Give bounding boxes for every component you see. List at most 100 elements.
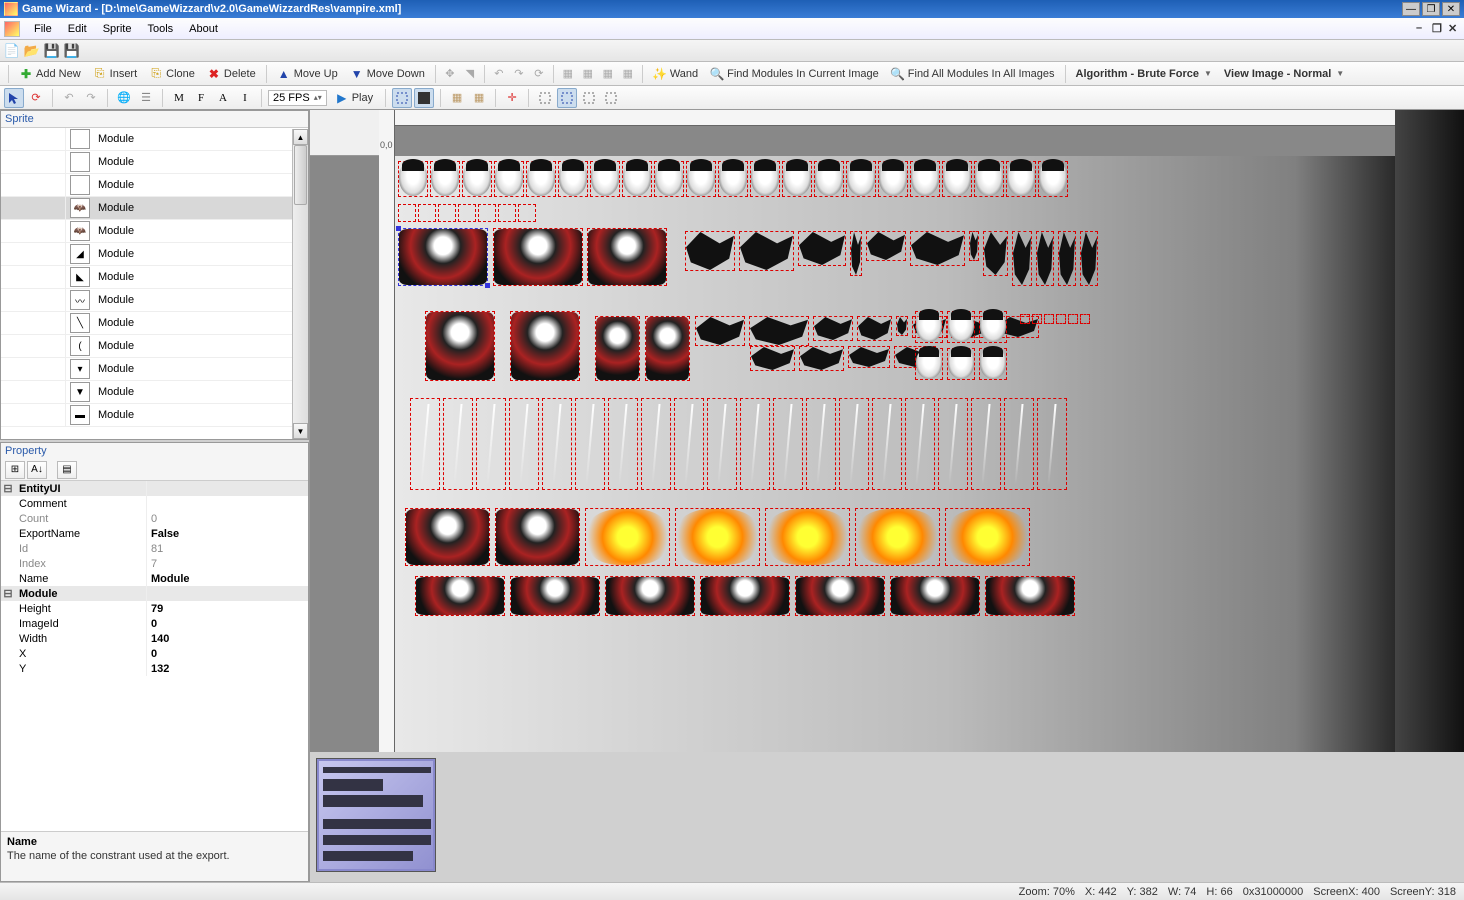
module-rect[interactable] bbox=[740, 398, 770, 490]
module-rect[interactable] bbox=[813, 316, 853, 341]
canvas-viewport[interactable]: 0,0 bbox=[310, 110, 1464, 752]
menu-about[interactable]: About bbox=[181, 21, 226, 37]
module-rect[interactable] bbox=[443, 398, 473, 490]
new-icon[interactable]: 📄 bbox=[4, 43, 20, 59]
minimize-button[interactable]: — bbox=[1402, 2, 1420, 16]
module-rect[interactable] bbox=[947, 348, 975, 380]
module-rect[interactable] bbox=[476, 398, 506, 490]
module-rect[interactable] bbox=[478, 204, 496, 222]
sprite-row[interactable]: Module bbox=[1, 151, 308, 174]
grid-small-button[interactable]: ▦ bbox=[447, 88, 467, 108]
grid2-icon[interactable]: ▦ bbox=[578, 64, 598, 84]
module-rect[interactable] bbox=[674, 398, 704, 490]
sprite-row[interactable]: Module bbox=[1, 128, 308, 151]
module-rect[interactable] bbox=[983, 231, 1008, 276]
module-rect[interactable] bbox=[979, 348, 1007, 380]
property-value[interactable]: 0 bbox=[147, 646, 308, 661]
module-rect[interactable] bbox=[686, 161, 716, 197]
collapse-icon[interactable]: ⊟ bbox=[1, 586, 15, 601]
module-rect[interactable] bbox=[695, 316, 745, 346]
module-rect[interactable] bbox=[905, 398, 935, 490]
module-rect[interactable] bbox=[739, 231, 794, 271]
find-modules-current-button[interactable]: 🔍 Find Modules In Current Image bbox=[704, 65, 885, 83]
f-button[interactable]: F bbox=[191, 88, 211, 108]
menu-tools[interactable]: Tools bbox=[139, 21, 181, 37]
scroll-up-button[interactable]: ▲ bbox=[293, 129, 308, 145]
prop-pages-button[interactable]: ▤ bbox=[57, 461, 77, 479]
module-rect[interactable] bbox=[405, 508, 490, 566]
module-rect[interactable] bbox=[985, 576, 1075, 616]
module-rect[interactable] bbox=[1020, 314, 1030, 324]
module-rect[interactable] bbox=[857, 316, 892, 341]
module-rect[interactable] bbox=[1037, 398, 1067, 490]
fps-field[interactable]: 25 FPS ▴▾ bbox=[268, 90, 327, 106]
module-rect[interactable] bbox=[641, 398, 671, 490]
module-rect[interactable] bbox=[846, 161, 876, 197]
clone-button[interactable]: ⎘ Clone bbox=[143, 65, 201, 83]
select-tool-button[interactable] bbox=[4, 88, 24, 108]
module-rect[interactable] bbox=[462, 161, 492, 197]
module-rect[interactable] bbox=[1058, 231, 1076, 286]
property-group-header[interactable]: ⊟Module bbox=[1, 586, 308, 601]
module-rect[interactable] bbox=[415, 576, 505, 616]
module-rect[interactable] bbox=[608, 398, 638, 490]
module-rect[interactable] bbox=[509, 398, 539, 490]
module-rect[interactable] bbox=[430, 161, 460, 197]
alphabetical-button[interactable]: A↓ bbox=[27, 461, 47, 479]
fps-spinner-icon[interactable]: ▴▾ bbox=[314, 93, 322, 102]
pointer-tool-icon[interactable]: ◥ bbox=[460, 64, 480, 84]
module-rect[interactable] bbox=[605, 576, 695, 616]
maximize-button[interactable]: ❐ bbox=[1422, 2, 1440, 16]
grid1-icon[interactable]: ▦ bbox=[558, 64, 578, 84]
module-rect[interactable] bbox=[1056, 314, 1066, 324]
module-rect[interactable] bbox=[645, 316, 690, 381]
undo-arrow-icon[interactable]: ↶ bbox=[489, 64, 509, 84]
module-rect[interactable] bbox=[1004, 398, 1034, 490]
module-rect[interactable] bbox=[718, 161, 748, 197]
module-rect[interactable] bbox=[526, 161, 556, 197]
mdi-restore-button[interactable]: ❐ bbox=[1428, 22, 1444, 35]
menu-sprite[interactable]: Sprite bbox=[95, 21, 140, 37]
module-rect[interactable] bbox=[915, 348, 943, 380]
module-rect[interactable] bbox=[1032, 314, 1042, 324]
grid-large-button[interactable]: ▦ bbox=[469, 88, 489, 108]
module-rect[interactable] bbox=[782, 161, 812, 197]
module-rect[interactable] bbox=[458, 204, 476, 222]
module-rect[interactable] bbox=[542, 398, 572, 490]
marquee3-button[interactable] bbox=[579, 88, 599, 108]
bounds-toggle-button[interactable] bbox=[392, 88, 412, 108]
move-up-button[interactable]: ▲ Move Up bbox=[271, 65, 344, 83]
module-rect[interactable] bbox=[410, 398, 440, 490]
property-grid[interactable]: ⊟EntityUICommentCount0ExportNameFalseId8… bbox=[1, 481, 308, 831]
module-rect[interactable] bbox=[1068, 314, 1078, 324]
module-rect[interactable] bbox=[438, 204, 456, 222]
sprite-row[interactable]: ╲Module bbox=[1, 312, 308, 335]
property-value[interactable]: False bbox=[147, 526, 308, 541]
module-rect[interactable] bbox=[750, 161, 780, 197]
play-button[interactable]: ▶ Play bbox=[329, 89, 379, 107]
module-rect[interactable] bbox=[398, 228, 488, 286]
module-rect[interactable] bbox=[910, 231, 965, 266]
module-rect[interactable] bbox=[896, 316, 908, 336]
module-rect[interactable] bbox=[795, 576, 885, 616]
delete-button[interactable]: ✖ Delete bbox=[201, 65, 262, 83]
module-rect[interactable] bbox=[765, 508, 850, 566]
reload-button[interactable]: ⟳ bbox=[26, 88, 46, 108]
property-row[interactable]: Height79 bbox=[1, 601, 308, 616]
module-rect[interactable] bbox=[1012, 231, 1032, 286]
module-rect[interactable] bbox=[493, 228, 583, 286]
module-rect[interactable] bbox=[878, 161, 908, 197]
module-rect[interactable] bbox=[707, 398, 737, 490]
sprite-row[interactable]: ▬Module bbox=[1, 404, 308, 427]
move-down-button[interactable]: ▼ Move Down bbox=[344, 65, 431, 83]
property-row[interactable]: ImageId0 bbox=[1, 616, 308, 631]
module-rect[interactable] bbox=[685, 231, 735, 271]
property-row[interactable]: Comment bbox=[1, 496, 308, 511]
property-row[interactable]: NameModule bbox=[1, 571, 308, 586]
property-group-header[interactable]: ⊟EntityUI bbox=[1, 481, 308, 496]
menu-icon-button[interactable]: ☰ bbox=[136, 88, 156, 108]
sprite-row[interactable]: 🦇Module bbox=[1, 197, 308, 220]
property-value[interactable] bbox=[147, 496, 308, 511]
find-all-modules-button[interactable]: 🔍 Find All Modules In All Images bbox=[885, 65, 1061, 83]
open-icon[interactable]: 📂 bbox=[24, 43, 40, 59]
